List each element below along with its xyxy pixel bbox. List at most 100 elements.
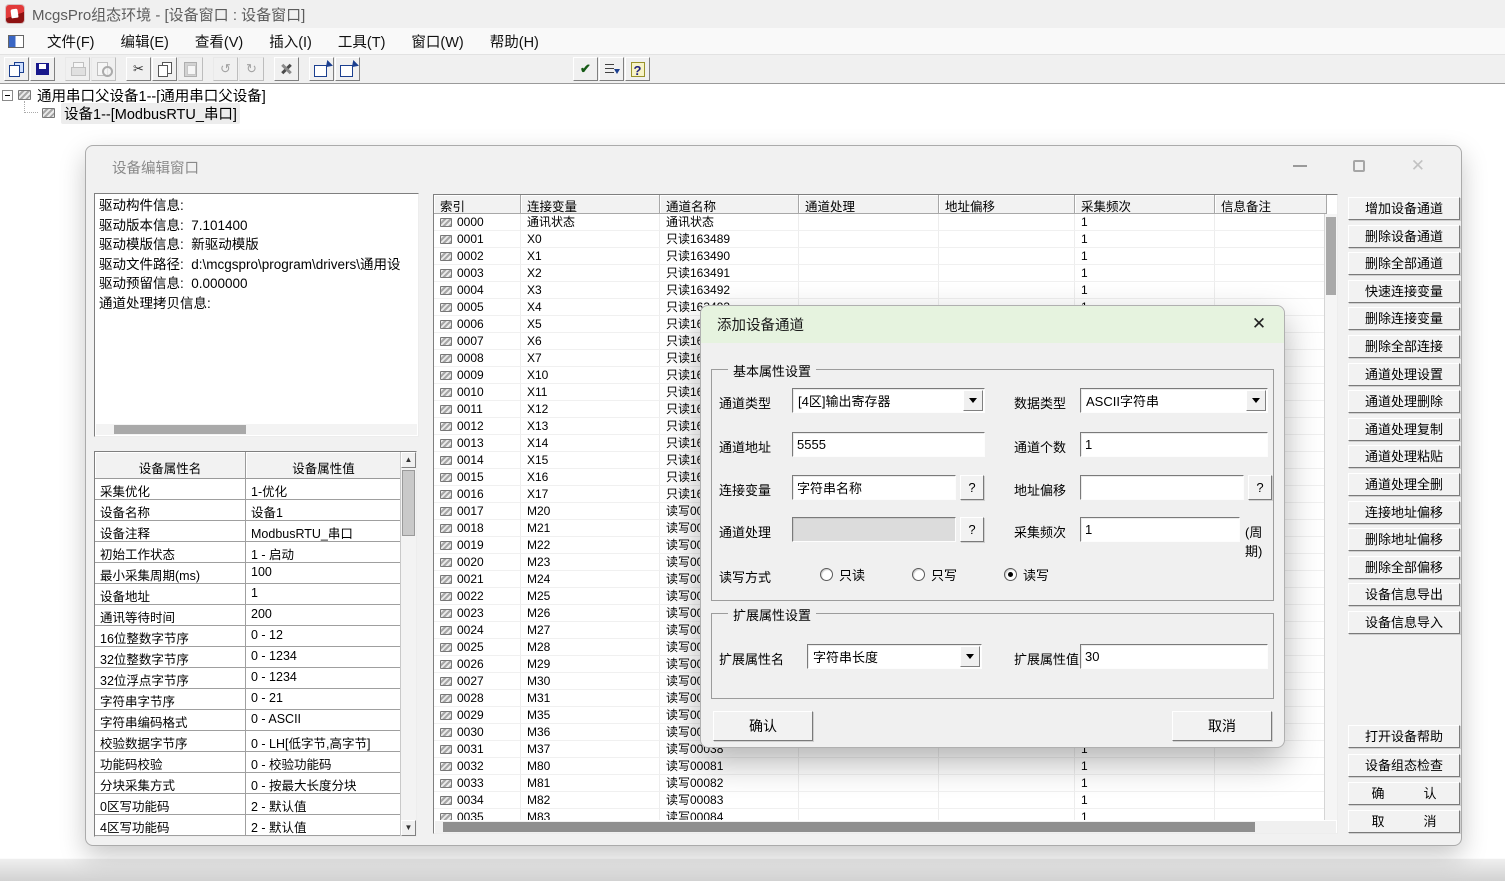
channel-type-select[interactable]: [4区]输出寄存器 [792,388,985,413]
side-button-13[interactable]: 删除地址偏移 [1348,528,1460,551]
scrollbar-thumb[interactable] [443,822,1255,832]
side-button-15[interactable]: 设备信息导出 [1348,583,1460,606]
channel-process-help-button[interactable]: ? [960,517,984,542]
channel-row[interactable]: 0003X2只读1634911 [434,265,1337,282]
maximize-icon[interactable] [1353,160,1365,172]
side-button-6[interactable]: 删除全部连接 [1348,335,1460,358]
property-row[interactable]: 设备注释ModbusRTU_串口 [95,521,402,542]
channel-col-header[interactable]: 通道处理 [799,195,939,214]
scrollbar-thumb[interactable] [114,425,246,434]
channel-row[interactable]: 0034M82读写000831 [434,792,1337,809]
property-row[interactable]: 功能码校验0 - 校验功能码 [95,752,402,773]
syntax-check-button[interactable]: ✔ [573,57,598,81]
property-row[interactable]: 设备地址1 [95,584,402,605]
side-button-4[interactable]: 快速连接变量 [1348,280,1460,303]
tree-item-device1[interactable]: 设备1--[ModbusRTU_串口] [24,104,266,122]
menu-item-1[interactable]: 文件(F) [34,28,108,55]
new-button[interactable] [4,57,29,81]
side-button-12[interactable]: 连接地址偏移 [1348,501,1460,524]
side-button-9[interactable]: 通道处理复制 [1348,418,1460,441]
scroll-up-icon[interactable]: ▲ [401,452,416,468]
menu-item-3[interactable]: 查看(V) [182,28,256,55]
tools-button[interactable] [274,57,299,81]
ext-name-select[interactable]: 字符串长度 [807,644,982,669]
chevron-down-icon[interactable] [1246,390,1266,411]
close-icon[interactable]: ✕ [1248,313,1270,335]
property-row[interactable]: 分块采集方式0 - 按最大长度分块 [95,773,402,794]
driver-info-hscrollbar[interactable] [96,424,417,435]
property-row[interactable]: 16位整数字节序0 - 12 [95,626,402,647]
channel-row[interactable]: 0035M83读写000841 [434,809,1337,820]
link-variable-input[interactable] [792,475,956,500]
scrollbar-thumb[interactable] [1326,217,1336,295]
property-row[interactable]: 32位整数字节序0 - 1234 [95,647,402,668]
address-offset-input[interactable] [1080,475,1244,500]
channel-count-input[interactable] [1080,432,1268,457]
side-button-14[interactable]: 删除全部偏移 [1348,556,1460,579]
property-row[interactable]: 设备名称设备1 [95,500,402,521]
sort-button[interactable] [599,57,624,81]
property-row[interactable]: 32位浮点字节序0 - 1234 [95,668,402,689]
side-button-1[interactable]: 增加设备通道 [1348,197,1460,220]
cut-button[interactable]: ✂ [126,57,151,81]
property-row[interactable]: 初始工作状态1 - 启动 [95,542,402,563]
channel-col-header[interactable]: 索引 [434,195,521,214]
side-button-7[interactable]: 通道处理设置 [1348,363,1460,386]
close-icon[interactable]: ✕ [1411,159,1425,173]
channel-table-hscrollbar[interactable] [435,821,1336,833]
channel-row[interactable]: 0001X0只读1634891 [434,231,1337,248]
channel-row[interactable]: 0002X1只读1634901 [434,248,1337,265]
channel-col-header[interactable]: 地址偏移 [939,195,1075,214]
help-button[interactable]: ? [625,57,650,81]
save-button[interactable] [30,57,55,81]
dialog-cancel-button[interactable]: 取消 [1172,711,1272,741]
channel-col-header[interactable]: 信息备注 [1215,195,1327,214]
side-button-10[interactable]: 通道处理粘贴 [1348,445,1460,468]
property-row[interactable]: 采集优化1-优化 [95,479,402,500]
property-row[interactable]: 0区写功能码2 - 默认值 [95,794,402,815]
scroll-down-icon[interactable]: ▼ [401,820,416,836]
rw-radio-读写[interactable]: 读写 [1004,565,1049,584]
copy-button[interactable] [152,57,177,81]
property-row[interactable]: 校验数据字节序0 - LH[低字节,高字节] [95,731,402,752]
menu-item-5[interactable]: 工具(T) [325,28,399,55]
channel-row[interactable]: 0000通讯状态通讯状态1 [434,214,1337,231]
side-button-16[interactable]: 设备信息导入 [1348,611,1460,634]
collect-freq-input[interactable] [1080,517,1240,542]
side-button-3[interactable]: 删除全部通道 [1348,252,1460,275]
editor-ok-button[interactable]: 确 认 [1348,782,1460,805]
property-row[interactable]: 通讯等待时间200 [95,605,402,626]
open-device-help-button[interactable]: 打开设备帮助 [1348,725,1460,748]
channel-col-header[interactable]: 通道名称 [660,195,799,214]
property-row[interactable]: 最小采集周期(ms)100 [95,563,402,584]
rw-radio-只写[interactable]: 只写 [912,565,957,584]
chevron-down-icon[interactable] [963,390,983,411]
property-row[interactable]: 字符串字节序0 - 21 [95,689,402,710]
ext-value-input[interactable] [1080,644,1268,669]
device-config-check-button[interactable]: 设备组态检查 [1348,754,1460,777]
property-row[interactable]: 4区写功能码2 - 默认值 [95,815,402,836]
child-window-icon[interactable] [8,35,24,48]
menu-item-6[interactable]: 窗口(W) [398,28,476,55]
device-window-button-1[interactable] [309,57,334,81]
channel-row[interactable]: 0004X3只读1634921 [434,282,1337,299]
side-button-5[interactable]: 删除连接变量 [1348,307,1460,330]
link-variable-help-button[interactable]: ? [960,475,984,500]
menu-item-4[interactable]: 插入(I) [256,28,325,55]
side-button-11[interactable]: 通道处理全删 [1348,473,1460,496]
channel-table-vscrollbar[interactable] [1324,214,1337,820]
channel-row[interactable]: 0033M81读写000821 [434,775,1337,792]
side-button-8[interactable]: 通道处理删除 [1348,390,1460,413]
channel-col-header[interactable]: 连接变量 [521,195,660,214]
property-table-vscrollbar[interactable]: ▲ ▼ [400,452,416,836]
minimize-icon[interactable] [1293,165,1307,167]
dialog-ok-button[interactable]: 确认 [713,711,813,741]
tree-item-parent-device[interactable]: 通用串口父设备1--[通用串口父设备] [2,86,266,104]
menu-item-7[interactable]: 帮助(H) [477,28,552,55]
channel-row[interactable]: 0032M80读写000811 [434,758,1337,775]
data-type-select[interactable]: ASCII字符串 [1080,388,1268,413]
channel-address-input[interactable] [792,432,985,457]
scrollbar-thumb[interactable] [402,470,415,536]
tree-collapse-icon[interactable] [2,90,13,101]
property-row[interactable]: 字符串编码格式0 - ASCII [95,710,402,731]
